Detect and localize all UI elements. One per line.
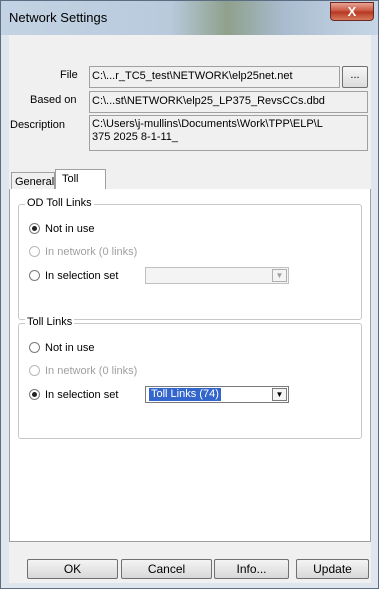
od-in-selection-set-label: In selection set — [45, 270, 119, 282]
radio-icon[interactable] — [29, 270, 40, 281]
cancel-button[interactable]: Cancel — [121, 559, 212, 579]
close-icon: X — [347, 4, 357, 19]
ok-button[interactable]: OK — [27, 559, 118, 579]
toll-in-network-option: In network (0 links) — [29, 364, 137, 378]
based-on-field[interactable]: C:\...st\NETWORK\elp25_LP375_RevsCCs.dbd — [89, 91, 368, 113]
od-selection-set-dropdown: ▼ — [145, 267, 289, 284]
chevron-down-icon: ▼ — [272, 269, 287, 282]
toll-in-selection-set-option[interactable]: In selection set — [29, 388, 118, 402]
radio-checked-icon[interactable] — [29, 389, 40, 400]
file-path-field[interactable]: C:\...r_TC5_test\NETWORK\elp25net.net — [89, 66, 340, 88]
dialog-body: File C:\...r_TC5_test\NETWORK\elp25net.n… — [9, 35, 371, 583]
tab-general[interactable]: General — [11, 172, 55, 190]
toll-in-selection-set-label: In selection set — [45, 389, 119, 401]
toll-not-in-use-option[interactable]: Not in use — [29, 341, 95, 355]
od-in-selection-set-option[interactable]: In selection set — [29, 269, 118, 283]
info-button[interactable]: Info... — [214, 559, 289, 579]
cancel-label: Cancel — [147, 562, 186, 576]
file-path-value: C:\...r_TC5_test\NETWORK\elp25net.net — [92, 70, 293, 82]
close-button[interactable]: X — [330, 2, 374, 21]
toll-selection-set-dropdown[interactable]: Toll Links (74) ▼ — [145, 386, 289, 403]
network-settings-window: Network Settings X File C:\...r_TC5_test… — [0, 0, 379, 589]
chevron-down-icon[interactable]: ▼ — [272, 388, 287, 401]
toll-links-title: Toll Links — [25, 316, 75, 328]
od-not-in-use-label: Not in use — [45, 223, 95, 235]
browse-file-button[interactable]: ... — [342, 66, 368, 88]
toll-not-in-use-label: Not in use — [45, 342, 95, 354]
ok-label: OK — [63, 562, 82, 576]
description-field[interactable]: C:\Users\j-mullins\Documents\Work\TPP\EL… — [89, 115, 368, 151]
od-toll-links-title: OD Toll Links — [25, 197, 94, 209]
od-not-in-use-option[interactable]: Not in use — [29, 222, 95, 236]
update-button[interactable]: Update — [296, 559, 369, 579]
file-label: File — [60, 69, 78, 81]
toll-tab-panel: OD Toll Links Not in use In network (0 l… — [9, 189, 371, 542]
tab-toll-label: Toll — [62, 173, 79, 185]
description-line-2: 375 2025 8-1-11_ — [92, 131, 179, 143]
description-line-1: C:\Users\j-mullins\Documents\Work\TPP\EL… — [92, 118, 323, 130]
window-title: Network Settings — [9, 10, 108, 25]
od-toll-links-group: OD Toll Links Not in use In network (0 l… — [18, 197, 362, 320]
based-on-label: Based on — [30, 94, 77, 106]
toll-in-network-label: In network (0 links) — [45, 365, 138, 377]
radio-checked-icon[interactable] — [29, 223, 40, 234]
radio-icon — [29, 365, 40, 376]
od-in-network-option: In network (0 links) — [29, 245, 137, 259]
radio-icon[interactable] — [29, 342, 40, 353]
title-bar[interactable]: Network Settings X — [1, 1, 378, 35]
update-label: Update — [313, 562, 352, 576]
browse-label: ... — [350, 69, 360, 81]
od-in-network-label: In network (0 links) — [45, 246, 138, 258]
based-on-value: C:\...st\NETWORK\elp25_LP375_RevsCCs.dbd — [92, 95, 325, 107]
toll-links-group: Toll Links Not in use In network (0 link… — [18, 316, 362, 439]
tab-toll[interactable]: Toll — [55, 169, 106, 190]
toll-selection-set-value: Toll Links (74) — [148, 387, 222, 402]
radio-icon — [29, 246, 40, 257]
description-label: Description — [10, 119, 66, 131]
tab-general-label: General — [15, 176, 55, 188]
info-label: Info... — [236, 562, 267, 576]
